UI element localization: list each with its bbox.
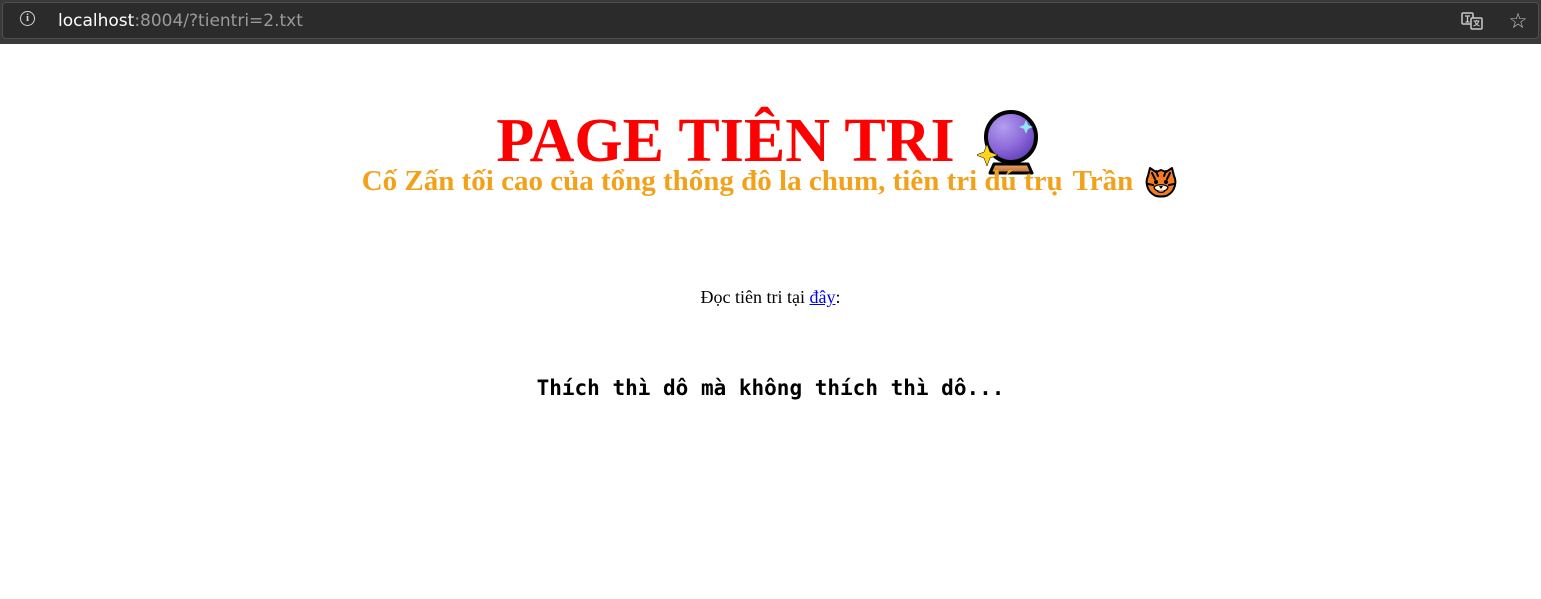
- subtitle-prefix: Cố Zấn tối cao của tổng thống đô la chum…: [361, 165, 1063, 198]
- browser-toolbar: i localhost:8004/?tientri=2.txt ☆: [0, 0, 1541, 44]
- url-path: :8004/?tientri=2.txt: [134, 11, 303, 31]
- read-prophecy-colon: :: [835, 287, 841, 307]
- url-host: localhost: [58, 11, 135, 31]
- prophecy-text: Thích thì dô mà không thích thì dô...: [536, 376, 1005, 400]
- url-text[interactable]: localhost:8004/?tientri=2.txt: [58, 11, 303, 31]
- subtitle-name: Trần: [1072, 165, 1134, 198]
- tiger-icon: [1145, 167, 1177, 198]
- page-content: PAGE TIÊN TRI Cố Zấn tối cao của tổng th…: [0, 44, 1541, 599]
- translate-icon[interactable]: [1461, 10, 1483, 32]
- read-prophecy-line: Đọc tiên tri tại đây:: [0, 286, 1541, 308]
- page-subtitle: Cố Zấn tối cao của tổng thống đô la chum…: [0, 162, 1541, 200]
- page-subtitle-row: Cố Zấn tối cao của tổng thống đô la chum…: [362, 162, 1180, 200]
- info-icon[interactable]: i: [20, 11, 35, 26]
- address-bar[interactable]: i localhost:8004/?tientri=2.txt ☆: [2, 2, 1539, 39]
- read-prophecy-link[interactable]: đây: [809, 287, 835, 307]
- star-icon[interactable]: ☆: [1506, 9, 1530, 33]
- read-prophecy-label: Đọc tiên tri tại: [700, 287, 805, 307]
